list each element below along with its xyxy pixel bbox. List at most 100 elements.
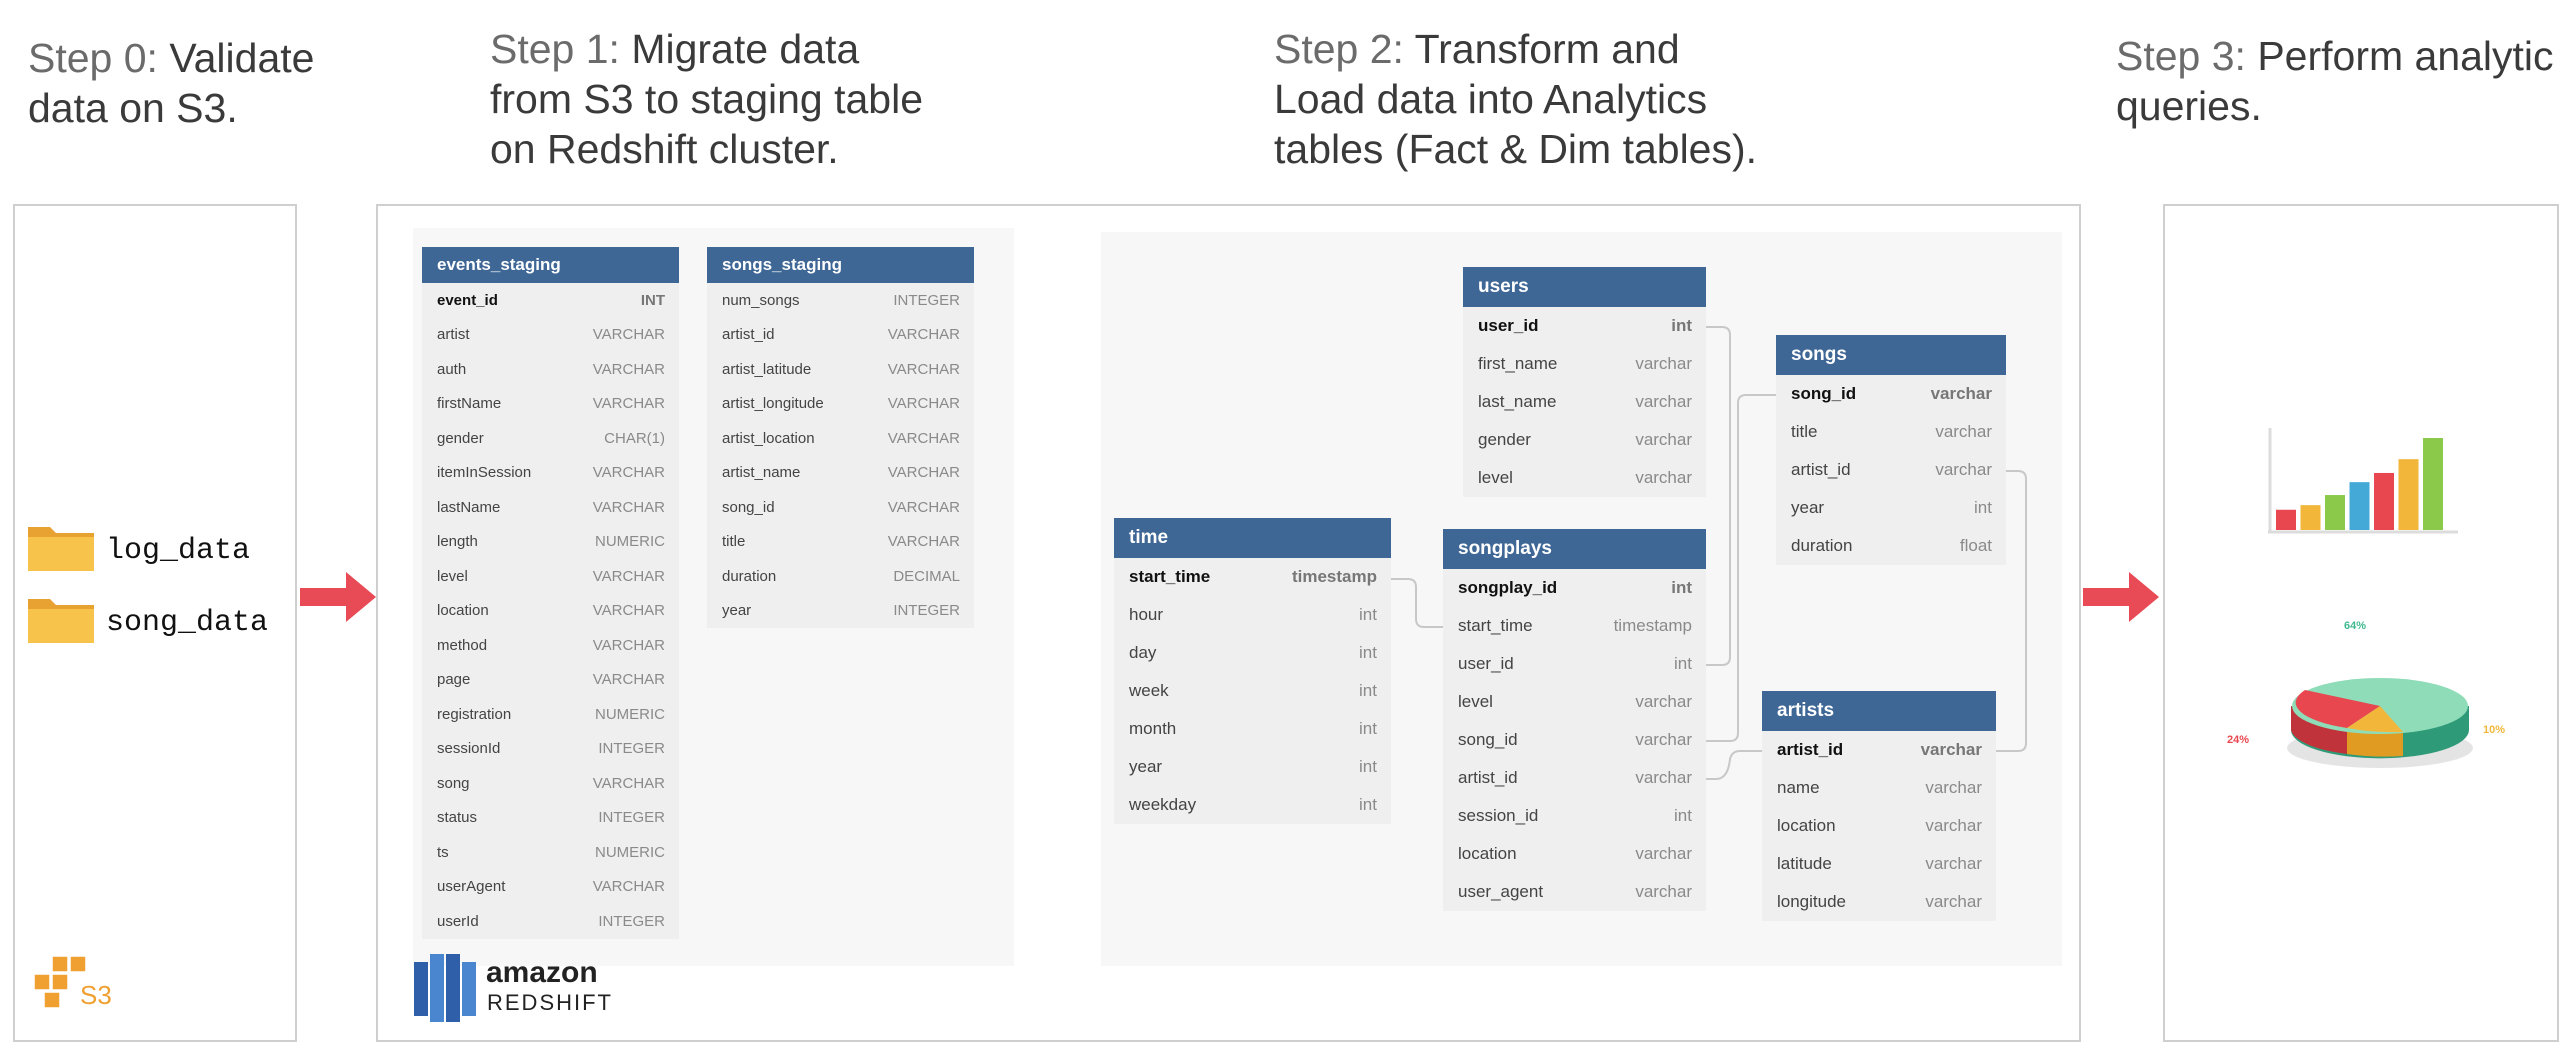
bar-chart-icon [2268,428,2458,538]
column-name: num_songs [722,291,800,309]
table-row: day int [1114,634,1391,672]
step-text-line: queries. [2116,83,2262,129]
table-row: user_agent varchar [1443,873,1706,911]
table-row: status INTEGER [422,801,679,836]
table-header: songs [1776,335,2006,375]
column-type: varchar [1635,430,1692,449]
redshift-logo-icon [412,952,478,1027]
column-name: first_name [1478,354,1558,373]
pie-label-24: 24% [2227,734,2250,746]
table-header: events_staging [422,247,679,283]
column-name: song_id [722,498,775,516]
column-type: INTEGER [893,291,960,309]
bar-icon-segment [2325,495,2345,530]
column-name: registration [437,705,512,723]
column-name: sessionId [437,740,501,758]
column-type: int [1671,578,1692,597]
table-row: start_time timestamp [1443,607,1706,645]
step-number: Step 1: [490,26,620,72]
column-type: varchar [1635,468,1692,487]
column-name: day [1129,643,1157,662]
column-name: session_id [1458,806,1539,825]
bar-icon-segment [2374,472,2394,530]
column-type: int [1359,605,1377,624]
column-type: timestamp [1291,567,1377,586]
column-type: CHAR(1) [604,429,665,447]
column-type: varchar [1920,740,1982,759]
table-row: songplay_id int [1443,569,1706,607]
column-type: int [1974,498,1992,517]
redshift-product: REDSHIFT [487,990,613,1015]
column-name: location [437,602,489,620]
bar-icon-segment [2423,438,2443,530]
table-row: title VARCHAR [707,525,974,560]
table-row: last_name varchar [1463,383,1706,421]
column-type: int [1674,654,1692,673]
table-header: users [1463,267,1706,307]
column-type: VARCHAR [887,533,960,551]
table-row: name varchar [1762,769,1996,807]
column-name: artist_longitude [722,395,824,413]
table-row: location VARCHAR [422,594,679,629]
column-name: artist_id [1458,768,1518,787]
table-songs: songs song_id varchar title varchar artist_id… [1776,335,2006,565]
step-number: Step 2: [1274,26,1404,72]
column-name: status [437,809,478,827]
table-row: user_id int [1463,307,1706,345]
column-name: artist_id [1791,460,1851,479]
column-type: VARCHAR [592,360,665,378]
arrow-right-icon [2083,572,2161,627]
column-name: latitude [1777,854,1832,873]
column-type: int [1359,795,1377,814]
table-row: location varchar [1443,835,1706,873]
column-name: artist_id [1777,740,1844,759]
table-row: year int [1114,748,1391,786]
table-row: userId INTEGER [422,904,679,939]
column-type: NUMERIC [595,705,665,723]
column-type: float [1959,536,1992,555]
column-type: VARCHAR [592,395,665,413]
s3-panel: log_data song_data S3 [13,204,297,1042]
bar-icon-segment [2276,509,2296,530]
table-row: start_time timestamp [1114,558,1391,596]
column-name: month [1129,719,1177,738]
column-type: VARCHAR [592,326,665,344]
table-row: artist VARCHAR [422,318,679,353]
table-row: artist_id VARCHAR [707,318,974,353]
column-name: lastName [437,498,501,516]
bar-icon-segment [2349,482,2370,530]
column-name: artist_latitude [722,360,812,378]
table-row: ts NUMERIC [422,835,679,870]
column-name: length [437,533,478,551]
table-songs-staging: songs_staging num_songs INTEGER artist_id VA… [707,247,974,628]
column-type: VARCHAR [887,326,960,344]
step-number: Step 0: [28,35,158,81]
column-name: hour [1129,605,1164,624]
column-type: NUMERIC [595,843,665,861]
column-type: int [1674,806,1692,825]
column-name: song_id [1791,384,1857,403]
table-row: itemInSession VARCHAR [422,456,679,491]
column-name: user_agent [1458,882,1544,901]
column-type: NUMERIC [595,533,665,551]
column-type: int [1359,719,1377,738]
table-row: lastName VARCHAR [422,490,679,525]
table-row: artist_location VARCHAR [707,421,974,456]
table-row: first_name varchar [1463,345,1706,383]
table-users: users user_id int first_name varchar last_nam… [1463,267,1706,497]
step-text-line: from S3 to staging table [490,76,924,122]
table-row: level varchar [1463,459,1706,497]
redshift-brand: amazon [486,956,598,989]
table-row: duration DECIMAL [707,559,974,594]
step3-title: Step 3: Perform analytic queries. [2116,31,2554,131]
table-row: month int [1114,710,1391,748]
column-type: varchar [1925,778,1982,797]
column-name: start_time [1458,616,1533,635]
step-text: Migrate data [619,26,860,72]
column-type: varchar [1635,730,1692,749]
column-name: artist_location [722,429,815,447]
column-type: VARCHAR [887,429,960,447]
table-row: title varchar [1776,413,2006,451]
step2-title: Step 2: Transform and Load data into Ana… [1274,24,1757,174]
column-name: level [1458,692,1493,711]
